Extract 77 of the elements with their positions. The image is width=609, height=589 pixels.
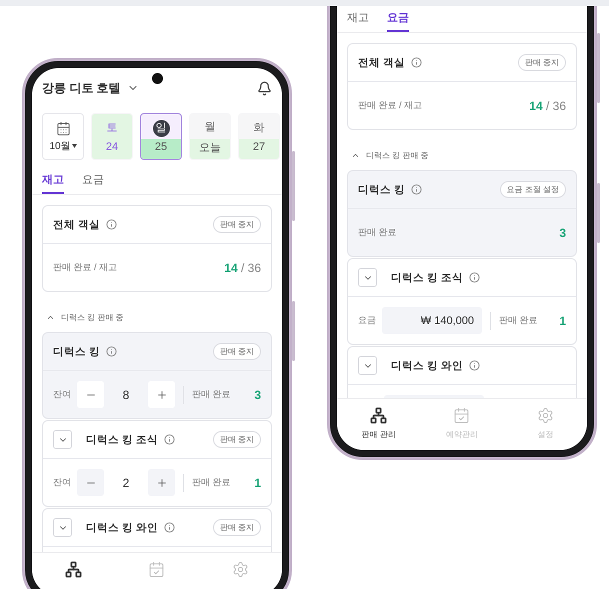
room-name: 디럭스 킹 와인 (86, 520, 158, 534)
room-name: 디럭스 킹 조식 (86, 432, 158, 446)
settings-icon (536, 407, 554, 424)
info-icon[interactable] (410, 184, 422, 195)
month-picker[interactable]: 10월 (42, 113, 84, 160)
room-name: 디럭스 킹 와인 (391, 358, 463, 372)
sold-label: 판매 완료 (358, 226, 397, 239)
weekday-label: 일 (152, 120, 170, 137)
weekday-label: 화 (254, 121, 264, 136)
date-tile[interactable]: 월 오늘 (189, 113, 231, 160)
date-label: 27 (252, 141, 266, 153)
info-icon[interactable] (106, 346, 117, 357)
plus-button[interactable] (148, 469, 175, 496)
sold-stock-ratio: 14 / 36 (224, 260, 261, 274)
bell-icon[interactable] (257, 80, 272, 96)
settings-icon (232, 561, 249, 578)
calendar-check-icon (148, 561, 166, 578)
weekday-label: 토 (106, 121, 118, 136)
remaining-count: 8 (122, 388, 130, 402)
plus-icon (156, 388, 168, 400)
info-icon[interactable] (468, 272, 480, 283)
weekday-label: 월 (204, 120, 216, 134)
chevron-up-icon (46, 313, 55, 322)
room-name: 디럭스 킹 (358, 182, 405, 196)
sold-stock-label: 판매 완료 / 재고 (358, 99, 422, 112)
info-icon[interactable] (106, 219, 117, 230)
sold-count: 1 (559, 314, 566, 328)
month-label: 10월 (49, 138, 77, 152)
sold-stock-label: 판매 완료 / 재고 (53, 261, 118, 274)
sold-count: 1 (254, 476, 261, 490)
caret-icon (72, 144, 77, 148)
card-title: 전체 객실 (53, 218, 100, 232)
date-tile[interactable]: 일 25 (140, 113, 182, 160)
info-icon[interactable] (164, 434, 175, 445)
sold-label: 판매 완료 (192, 388, 231, 401)
date-tile[interactable]: 토 24 (91, 113, 133, 160)
section-toggle[interactable]: 디럭스 킹 판매 중 (32, 292, 138, 332)
info-icon[interactable] (468, 360, 480, 371)
stop-sale-button[interactable]: 판매 중지 (518, 54, 566, 71)
section-toggle[interactable]: 디럭스 킹 판매 중 (337, 130, 443, 170)
remaining-label: 잔여 (53, 388, 71, 401)
sitemap-icon (65, 561, 82, 578)
remaining-label: 잔여 (53, 476, 71, 489)
date-label: 25 (154, 141, 168, 153)
plus-icon (156, 476, 168, 488)
room-action-button[interactable]: 요금 조절 설정 (500, 181, 566, 198)
chevron-up-icon (351, 151, 360, 160)
room-name: 디럭스 킹 조식 (391, 270, 463, 284)
room-action-button[interactable]: 판매 중지 (212, 431, 261, 448)
price-label: 요금 (358, 314, 376, 327)
sold-label: 판매 완료 (192, 476, 231, 489)
sold-label: 판매 완료 (499, 314, 538, 327)
camera-dot (152, 73, 163, 84)
sitemap-icon (370, 407, 388, 424)
plus-button[interactable] (148, 381, 175, 408)
calendar-check-icon (453, 407, 470, 424)
date-label: 오늘 (199, 140, 221, 154)
price-field[interactable]: ₩ 140,000 (382, 307, 482, 334)
info-icon[interactable] (410, 57, 422, 68)
remaining-count: 2 (122, 476, 130, 490)
date-label: 24 (106, 141, 118, 153)
stop-sale-button[interactable]: 판매 중지 (212, 216, 261, 233)
info-icon[interactable] (164, 522, 175, 533)
nav-item[interactable]: 판매 관리 (348, 407, 409, 440)
room-name: 디럭스 킹 (53, 344, 100, 358)
date-tile[interactable]: 화 27 (238, 113, 280, 160)
sold-count: 3 (254, 388, 261, 402)
sold-count: 3 (559, 226, 566, 240)
tab[interactable]: 요금 (82, 168, 104, 194)
hotel-name: 강릉 디토 호텔 (42, 80, 121, 96)
tab[interactable]: 재고 (42, 168, 64, 194)
calendar-icon (56, 120, 70, 136)
tab[interactable]: 재고 (347, 6, 369, 32)
card-title: 전체 객실 (358, 56, 405, 70)
room-action-button[interactable]: 판매 중지 (212, 519, 261, 536)
sold-stock-ratio: 14 / 36 (529, 98, 566, 112)
room-action-button[interactable]: 판매 중지 (212, 343, 261, 360)
